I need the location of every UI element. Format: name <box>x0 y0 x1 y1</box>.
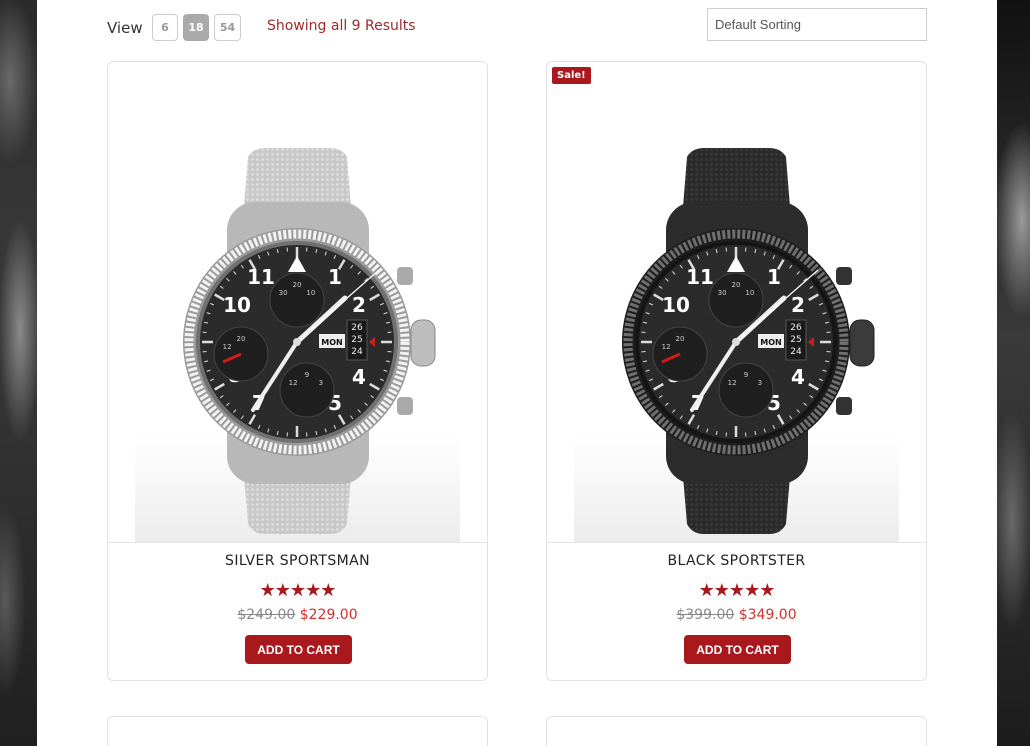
svg-text:12: 12 <box>662 343 671 351</box>
background-left <box>0 0 37 746</box>
view-label: View <box>107 19 143 37</box>
svg-text:MON: MON <box>760 338 781 347</box>
product-title[interactable]: BLACK SPORTSTER <box>547 553 926 569</box>
rating-stars: ★★★★★ <box>698 580 776 601</box>
add-to-cart-button[interactable]: ADD TO CART <box>684 635 791 664</box>
svg-text:25: 25 <box>351 335 362 345</box>
view-18-button[interactable]: 18 <box>183 14 209 41</box>
svg-text:10: 10 <box>223 293 251 317</box>
svg-text:3: 3 <box>319 379 323 387</box>
view-6-button[interactable]: 6 <box>152 14 178 41</box>
svg-text:11: 11 <box>686 265 714 289</box>
svg-text:30: 30 <box>279 289 288 297</box>
black-watch-image: 102847511130201012201293MON262524 <box>622 148 875 534</box>
svg-text:10: 10 <box>306 289 315 297</box>
silver-watch-image: 102847511130201012201293MON262524 <box>183 148 436 534</box>
svg-text:1: 1 <box>767 265 781 289</box>
card-divider <box>108 542 487 543</box>
svg-text:4: 4 <box>352 365 366 389</box>
svg-text:3: 3 <box>758 379 762 387</box>
shop-toolbar: View 6 18 54 Showing all 9 Results Defau… <box>107 0 927 50</box>
svg-text:24: 24 <box>790 347 802 357</box>
svg-text:9: 9 <box>744 371 748 379</box>
product-image[interactable]: 102847511130201012201293MON262524 <box>135 62 460 542</box>
svg-text:1: 1 <box>328 265 342 289</box>
svg-text:10: 10 <box>745 289 754 297</box>
background-right <box>997 0 1030 746</box>
product-card-silver-sportsman[interactable]: 102847511130201012201293MON262524 SILVER… <box>107 61 488 681</box>
product-card-next-row[interactable] <box>107 716 488 746</box>
svg-text:20: 20 <box>732 281 741 289</box>
svg-text:11: 11 <box>247 265 275 289</box>
old-price: $249.00 <box>237 607 296 623</box>
svg-text:25: 25 <box>790 335 801 345</box>
product-price: $249.00 $229.00 <box>108 607 487 623</box>
product-title[interactable]: SILVER SPORTSMAN <box>108 553 487 569</box>
svg-text:26: 26 <box>351 323 363 333</box>
rating-stars: ★★★★★ <box>259 580 337 601</box>
svg-text:20: 20 <box>676 335 685 343</box>
page-content: View 6 18 54 Showing all 9 Results Defau… <box>37 0 997 746</box>
svg-text:10: 10 <box>662 293 690 317</box>
add-to-cart-button[interactable]: ADD TO CART <box>245 635 352 664</box>
svg-text:24: 24 <box>351 347 363 357</box>
sale-price: $349.00 <box>738 607 797 623</box>
sale-price: $229.00 <box>299 607 358 623</box>
svg-text:2: 2 <box>791 293 805 317</box>
svg-text:20: 20 <box>293 281 302 289</box>
product-card-black-sportster[interactable]: 102847511130201012201293MON262524 Sale! … <box>546 61 927 681</box>
product-price: $399.00 $349.00 <box>547 607 926 623</box>
svg-text:30: 30 <box>718 289 727 297</box>
sorting-select[interactable]: Default Sorting <box>707 8 927 41</box>
old-price: $399.00 <box>676 607 735 623</box>
card-divider <box>547 542 926 543</box>
svg-text:4: 4 <box>791 365 805 389</box>
results-count: Showing all 9 Results <box>267 18 416 34</box>
svg-text:20: 20 <box>237 335 246 343</box>
svg-text:12: 12 <box>728 379 737 387</box>
product-image[interactable]: 102847511130201012201293MON262524 <box>574 62 899 542</box>
svg-text:9: 9 <box>305 371 309 379</box>
svg-text:2: 2 <box>352 293 366 317</box>
product-card-next-row[interactable] <box>546 716 927 746</box>
svg-text:MON: MON <box>321 338 342 347</box>
view-54-button[interactable]: 54 <box>214 14 241 41</box>
svg-text:26: 26 <box>790 323 802 333</box>
sale-badge: Sale! <box>552 67 591 84</box>
svg-text:12: 12 <box>223 343 232 351</box>
svg-text:12: 12 <box>289 379 298 387</box>
